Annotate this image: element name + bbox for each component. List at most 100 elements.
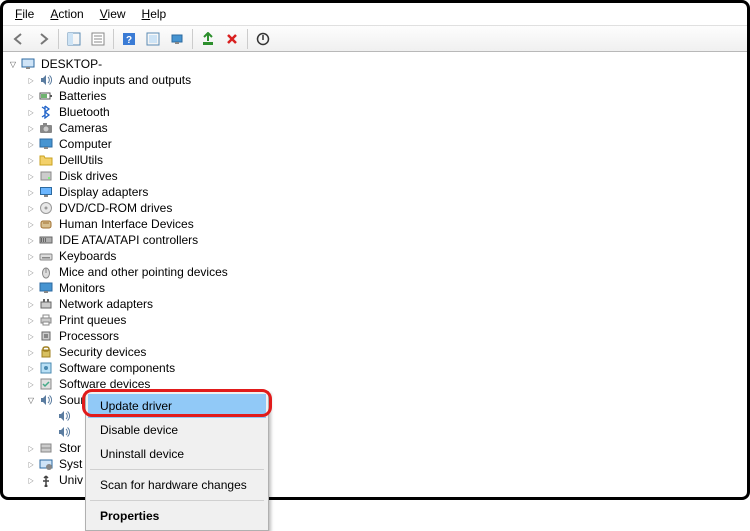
system-icon bbox=[38, 456, 54, 472]
expand-arrow-icon[interactable] bbox=[25, 474, 37, 486]
ctx-uninstall-device[interactable]: Uninstall device bbox=[88, 442, 266, 466]
tree-item-print-queues[interactable]: Print queues bbox=[7, 312, 747, 328]
ctx-separator bbox=[90, 500, 264, 501]
tree-item-label: Stor bbox=[57, 441, 83, 455]
tree-item-keyboards[interactable]: Keyboards bbox=[7, 248, 747, 264]
toolbar: ? bbox=[3, 26, 747, 52]
tree-item-software-components[interactable]: Software components bbox=[7, 360, 747, 376]
security-icon bbox=[38, 344, 54, 360]
expand-arrow-icon[interactable] bbox=[25, 394, 37, 406]
tree-item-human-interface-devices[interactable]: Human Interface Devices bbox=[7, 216, 747, 232]
tree-item-label: Processors bbox=[57, 329, 121, 343]
expand-arrow-icon[interactable] bbox=[25, 250, 37, 262]
help-button[interactable]: ? bbox=[118, 28, 140, 50]
menu-help[interactable]: Help bbox=[134, 5, 175, 23]
keyboard-icon bbox=[38, 248, 54, 264]
component-icon bbox=[38, 360, 54, 376]
expand-arrow-icon[interactable] bbox=[25, 122, 37, 134]
ctx-properties[interactable]: Properties bbox=[88, 504, 266, 528]
tree-item-label: Display adapters bbox=[57, 185, 150, 199]
tree-item-label: Batteries bbox=[57, 89, 108, 103]
tree-item-label: Computer bbox=[57, 137, 114, 151]
menu-view[interactable]: View bbox=[92, 5, 134, 23]
tree-item-label: Monitors bbox=[57, 281, 107, 295]
expand-arrow-icon[interactable] bbox=[25, 362, 37, 374]
tree-item-label: Software components bbox=[57, 361, 177, 375]
expand-arrow-icon[interactable] bbox=[25, 266, 37, 278]
expand-arrow-icon[interactable] bbox=[25, 282, 37, 294]
tree-item-label: Software devices bbox=[57, 377, 152, 391]
menu-action[interactable]: Action bbox=[42, 5, 91, 23]
tree-item-disk-drives[interactable]: Disk drives bbox=[7, 168, 747, 184]
camera-icon bbox=[38, 120, 54, 136]
tree-item-ide-ata-atapi-controllers[interactable]: IDE ATA/ATAPI controllers bbox=[7, 232, 747, 248]
tree-item-label: DVD/CD-ROM drives bbox=[57, 201, 174, 215]
tree-item-label: Print queues bbox=[57, 313, 128, 327]
expand-arrow-icon[interactable] bbox=[25, 186, 37, 198]
tree-item-display-adapters[interactable]: Display adapters bbox=[7, 184, 747, 200]
tree-item-batteries[interactable]: Batteries bbox=[7, 88, 747, 104]
printer-icon bbox=[38, 312, 54, 328]
toolbar-separator bbox=[192, 29, 193, 49]
ctx-disable-device[interactable]: Disable device bbox=[88, 418, 266, 442]
expand-arrow-icon[interactable] bbox=[25, 218, 37, 230]
optical-icon bbox=[38, 200, 54, 216]
tree-item-label: Bluetooth bbox=[57, 105, 112, 119]
tree-item-label: Network adapters bbox=[57, 297, 155, 311]
expand-arrow-icon[interactable] bbox=[25, 170, 37, 182]
ctx-update-driver[interactable]: Update driver bbox=[88, 394, 266, 418]
expand-arrow-icon[interactable] bbox=[25, 442, 37, 454]
tree-item-bluetooth[interactable]: Bluetooth bbox=[7, 104, 747, 120]
disable-device-button[interactable] bbox=[252, 28, 274, 50]
scan-hardware-button[interactable] bbox=[166, 28, 188, 50]
tree-item-network-adapters[interactable]: Network adapters bbox=[7, 296, 747, 312]
expand-arrow-icon[interactable] bbox=[25, 138, 37, 150]
expand-arrow-icon[interactable] bbox=[25, 458, 37, 470]
expand-arrow-icon[interactable] bbox=[25, 378, 37, 390]
tree-item-dvd-cd-rom-drives[interactable]: DVD/CD-ROM drives bbox=[7, 200, 747, 216]
bluetooth-icon bbox=[38, 104, 54, 120]
speaker-icon bbox=[56, 424, 72, 440]
menu-file[interactable]: File bbox=[7, 5, 42, 23]
tree-item-audio-inputs-and-outputs[interactable]: Audio inputs and outputs bbox=[7, 72, 747, 88]
speaker-icon bbox=[38, 72, 54, 88]
tree-root[interactable]: DESKTOP- bbox=[7, 56, 747, 72]
back-button[interactable] bbox=[8, 28, 30, 50]
tree-item-monitors[interactable]: Monitors bbox=[7, 280, 747, 296]
update-driver-button[interactable] bbox=[197, 28, 219, 50]
tree-item-computer[interactable]: Computer bbox=[7, 136, 747, 152]
tree-item-security-devices[interactable]: Security devices bbox=[7, 344, 747, 360]
tree-item-mice-and-other-pointing-devices[interactable]: Mice and other pointing devices bbox=[7, 264, 747, 280]
forward-button[interactable] bbox=[32, 28, 54, 50]
menubar: File Action View Help bbox=[3, 3, 747, 26]
expand-arrow-icon[interactable] bbox=[25, 298, 37, 310]
tree-item-label: Keyboards bbox=[57, 249, 118, 263]
uninstall-device-button[interactable] bbox=[221, 28, 243, 50]
tree-item-cameras[interactable]: Cameras bbox=[7, 120, 747, 136]
ctx-separator bbox=[90, 469, 264, 470]
expand-arrow-icon[interactable] bbox=[25, 202, 37, 214]
expand-arrow-icon[interactable] bbox=[25, 234, 37, 246]
network-icon bbox=[38, 296, 54, 312]
properties-button[interactable] bbox=[87, 28, 109, 50]
usb-icon bbox=[38, 472, 54, 488]
show-hide-tree-button[interactable] bbox=[63, 28, 85, 50]
action-button[interactable] bbox=[142, 28, 164, 50]
expand-arrow-icon[interactable] bbox=[25, 330, 37, 342]
expand-arrow-icon[interactable] bbox=[25, 106, 37, 118]
expand-arrow-icon[interactable] bbox=[25, 90, 37, 102]
tree-item-software-devices[interactable]: Software devices bbox=[7, 376, 747, 392]
cpu-icon bbox=[38, 328, 54, 344]
expand-arrow-icon[interactable] bbox=[25, 74, 37, 86]
tree-item-dellutils[interactable]: DellUtils bbox=[7, 152, 747, 168]
expand-arrow-icon[interactable] bbox=[25, 346, 37, 358]
expand-arrow-icon[interactable] bbox=[25, 314, 37, 326]
toolbar-separator bbox=[247, 29, 248, 49]
expand-arrow-icon[interactable] bbox=[25, 154, 37, 166]
tree-item-label: Syst bbox=[57, 457, 84, 471]
display-icon bbox=[38, 184, 54, 200]
ctx-scan-hardware[interactable]: Scan for hardware changes bbox=[88, 473, 266, 497]
hid-icon bbox=[38, 216, 54, 232]
tree-item-processors[interactable]: Processors bbox=[7, 328, 747, 344]
expand-arrow-icon[interactable] bbox=[7, 58, 19, 70]
